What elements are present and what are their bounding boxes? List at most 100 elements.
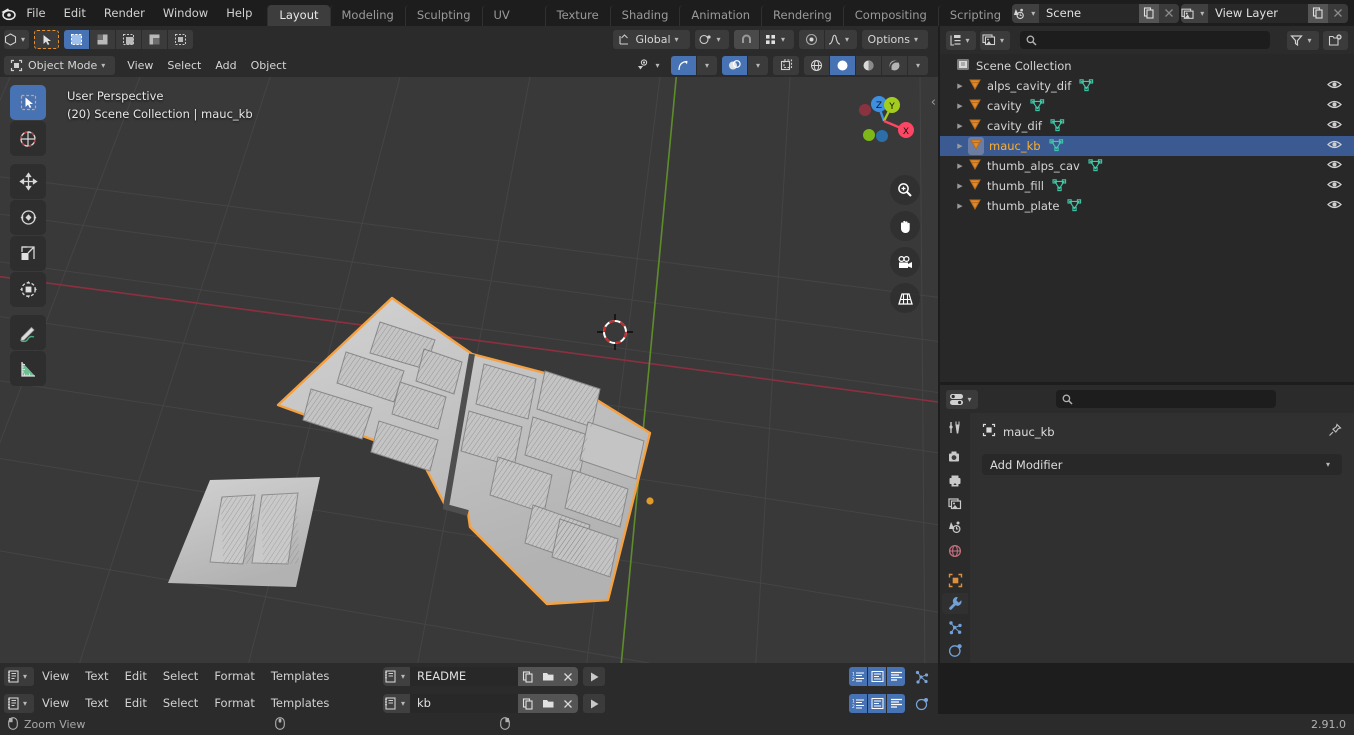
- open-text-icon[interactable]: [538, 667, 558, 686]
- text-menu-templates[interactable]: Templates: [263, 667, 337, 686]
- shading-solid-icon[interactable]: [830, 55, 855, 75]
- shading-rendered-icon[interactable]: [882, 55, 907, 75]
- overlays-group[interactable]: ▾: [722, 55, 768, 75]
- workspace-tab-layout[interactable]: Layout: [267, 5, 330, 26]
- proportional-editing-icon[interactable]: [798, 30, 824, 49]
- move-tool-icon[interactable]: [10, 164, 46, 199]
- text-menu-select[interactable]: Select: [155, 694, 206, 713]
- visibility-eye-icon[interactable]: [1327, 119, 1342, 133]
- particles-icon[interactable]: [909, 667, 934, 686]
- outliner-item-thumb_plate[interactable]: ▶ thumb_plate: [940, 196, 1354, 216]
- text-menu-edit[interactable]: Edit: [117, 667, 155, 686]
- overlay-options-chevron-down-icon[interactable]: ▾: [748, 55, 768, 75]
- shading-material-icon[interactable]: [856, 55, 881, 75]
- scene-name[interactable]: Scene: [1039, 4, 1139, 23]
- zoom-view-icon[interactable]: [890, 175, 920, 205]
- new-collection-icon[interactable]: [1322, 30, 1348, 50]
- modifier-tab-icon[interactable]: [942, 593, 968, 615]
- outliner-item-cavity[interactable]: ▶ cavity: [940, 96, 1354, 116]
- outliner-root-scene-collection[interactable]: Scene Collection: [940, 56, 1354, 76]
- object-visibility-icon[interactable]: ▾: [634, 56, 666, 75]
- editor-type-properties-icon[interactable]: ▾: [946, 389, 978, 409]
- render-tab-icon[interactable]: [942, 447, 968, 468]
- transform-cursor-icon[interactable]: [34, 30, 59, 49]
- tweak-select-box-icon[interactable]: [10, 85, 46, 120]
- text-menu-view[interactable]: View: [34, 694, 77, 713]
- editor-type-text-icon[interactable]: ▾: [4, 694, 34, 713]
- new-text-icon[interactable]: [518, 667, 538, 686]
- run-script-icon[interactable]: [583, 667, 605, 686]
- view-layer-name[interactable]: View Layer: [1208, 4, 1308, 23]
- scale-tool-icon[interactable]: [10, 236, 46, 271]
- proportional-editing-group[interactable]: ▾: [798, 30, 857, 49]
- editor-type-outliner-icon[interactable]: ▾: [946, 30, 976, 50]
- outliner-search-input[interactable]: [1020, 31, 1271, 49]
- toggle-xray-icon[interactable]: [773, 55, 799, 75]
- select-mode-group[interactable]: [64, 30, 193, 49]
- visibility-eye-icon[interactable]: [1327, 179, 1342, 193]
- workspace-tab-scripting[interactable]: Scripting: [937, 5, 1012, 26]
- expand-triangle-icon[interactable]: ▶: [952, 122, 968, 130]
- viewport-menu-select[interactable]: Select: [161, 56, 207, 75]
- text-menu-format[interactable]: Format: [206, 667, 263, 686]
- text-menu-text[interactable]: Text: [77, 694, 116, 713]
- tool-tab-icon[interactable]: [942, 417, 968, 438]
- viewport-menu-view[interactable]: View: [121, 56, 159, 75]
- outliner-item-alps_cavity_dif[interactable]: ▶ alps_cavity_dif: [940, 76, 1354, 96]
- select-subtract-icon[interactable]: [116, 30, 141, 49]
- new-text-icon[interactable]: [518, 694, 538, 713]
- pivot-point-icon[interactable]: ▾: [694, 30, 729, 49]
- rotate-tool-icon[interactable]: [10, 200, 46, 235]
- editor-type-selector[interactable]: ▾: [4, 30, 29, 49]
- annotate-tool-icon[interactable]: [10, 315, 46, 350]
- new-view-layer-icon[interactable]: [1308, 3, 1328, 23]
- physics-icon[interactable]: [909, 694, 934, 713]
- expand-triangle-icon[interactable]: ▶: [952, 142, 968, 150]
- outliner-item-mauc_kb[interactable]: ▶ mauc_kb: [940, 136, 1354, 156]
- text-menu-select[interactable]: Select: [155, 667, 206, 686]
- menu-file[interactable]: File: [17, 3, 54, 23]
- visibility-eye-icon[interactable]: [1327, 79, 1342, 93]
- line-numbers-icon[interactable]: 12: [849, 667, 867, 686]
- snap-magnet-icon[interactable]: [733, 30, 759, 49]
- text-datablock-name-2[interactable]: kb: [410, 694, 518, 713]
- text-menu-text[interactable]: Text: [77, 667, 116, 686]
- proportional-falloff-icon[interactable]: ▾: [824, 30, 857, 49]
- workspace-tab-shading[interactable]: Shading: [609, 5, 680, 26]
- measure-tool-icon[interactable]: [10, 351, 46, 386]
- line-numbers-icon[interactable]: 12: [849, 694, 867, 713]
- view-layer-selector[interactable]: ▾ View Layer: [1181, 3, 1348, 23]
- unlink-view-layer-icon[interactable]: [1328, 3, 1348, 23]
- workspace-tab-modeling[interactable]: Modeling: [329, 5, 405, 26]
- orientation-global-icon[interactable]: Global ▾: [613, 30, 690, 49]
- new-scene-icon[interactable]: [1139, 3, 1159, 23]
- add-modifier-button[interactable]: Add Modifier ▾: [982, 454, 1342, 475]
- transform-orientation-selector[interactable]: Global ▾: [613, 30, 690, 49]
- navigation-gizmo[interactable]: Z Y X: [845, 85, 923, 163]
- pan-view-icon[interactable]: [890, 211, 920, 241]
- editor-type-3dview-icon[interactable]: ▾: [4, 30, 29, 49]
- world-tab-icon[interactable]: [942, 540, 968, 561]
- text-menu-edit[interactable]: Edit: [117, 694, 155, 713]
- expand-triangle-icon[interactable]: ▶: [952, 82, 968, 90]
- unlink-text-icon[interactable]: [558, 694, 578, 713]
- gizmo-group[interactable]: ▾: [671, 55, 717, 75]
- display-mode-view-layer-icon[interactable]: ▾: [980, 30, 1010, 50]
- scene-tab-icon[interactable]: [942, 517, 968, 538]
- run-script-icon[interactable]: [583, 694, 605, 713]
- text-datablock-name-1[interactable]: README: [410, 667, 518, 686]
- scene-selector[interactable]: ▾ Scene: [1012, 3, 1179, 23]
- workspace-tab-rendering[interactable]: Rendering: [761, 5, 843, 26]
- snapping-group[interactable]: ▾: [733, 30, 794, 49]
- properties-search-input[interactable]: [1056, 390, 1276, 408]
- visibility-eye-icon[interactable]: [1327, 99, 1342, 113]
- toggle-ortho-icon[interactable]: [890, 283, 920, 313]
- show-gizmo-icon[interactable]: [671, 55, 696, 75]
- view-layer-tab-icon[interactable]: [942, 493, 968, 514]
- select-intersect-icon[interactable]: [168, 30, 193, 49]
- output-tab-icon[interactable]: [942, 470, 968, 491]
- expand-triangle-icon[interactable]: ▶: [952, 162, 968, 170]
- camera-view-icon[interactable]: [890, 247, 920, 277]
- text-datablock-selector-1[interactable]: ▾ README: [383, 667, 578, 686]
- outliner-item-thumb_fill[interactable]: ▶ thumb_fill: [940, 176, 1354, 196]
